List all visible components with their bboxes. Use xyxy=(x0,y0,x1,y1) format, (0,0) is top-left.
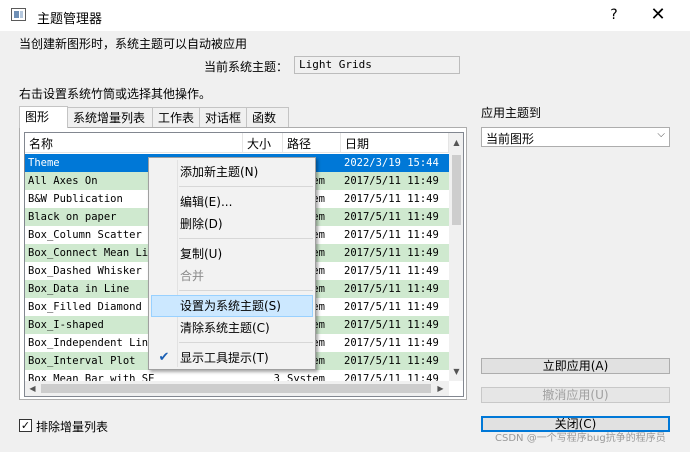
menu-separator xyxy=(179,290,313,291)
scroll-up-icon[interactable]: ▲ xyxy=(449,135,463,150)
menu-item-clear-system-theme[interactable]: 清除系统主题(C) xyxy=(151,317,313,339)
watermark: CSDN @一个写程序bug抗争的程序员 xyxy=(495,433,666,444)
tab-strip: 图形 系统增量列表 工作表 对话框 函数 xyxy=(19,106,289,128)
scroll-left-icon[interactable]: ◀ xyxy=(25,381,40,396)
tab-system-increment-list[interactable]: 系统增量列表 xyxy=(67,107,153,127)
menu-item-edit[interactable]: 编辑(E)... xyxy=(151,191,313,213)
cell-date: 2022/3/19 15:44 xyxy=(344,157,439,169)
apply-to-label: 应用主题到 xyxy=(481,106,542,120)
current-theme-label: 当前系统主题： xyxy=(204,60,289,74)
menu-item-add-theme[interactable]: 添加新主题(N) xyxy=(151,161,313,183)
menu-separator xyxy=(179,186,313,187)
hscroll-thumb[interactable] xyxy=(41,384,431,393)
menu-item-delete[interactable]: 删除(D) xyxy=(151,213,313,235)
cell-date: 2017/5/11 11:49 xyxy=(344,175,439,187)
tab-function[interactable]: 函数 xyxy=(246,107,289,127)
current-theme-field: Light Grids xyxy=(294,56,460,74)
vertical-scrollbar[interactable]: ▲ ▼ xyxy=(449,133,463,381)
menu-item-merge: 合并 xyxy=(180,269,205,283)
column-path[interactable]: 路径 xyxy=(283,133,341,153)
cell-date: 2017/5/11 11:49 xyxy=(344,319,439,331)
scroll-down-icon[interactable]: ▼ xyxy=(449,364,463,379)
menu-item-show-tooltips-label: 显示工具提示(T) xyxy=(180,351,269,365)
apply-now-button[interactable]: 立即应用(A) xyxy=(481,358,670,374)
cell-date: 2017/5/11 11:49 xyxy=(344,193,439,205)
tab-worksheet[interactable]: 工作表 xyxy=(152,107,200,127)
menu-item-copy[interactable]: 复制(U) xyxy=(151,243,313,265)
column-size[interactable]: 大小 xyxy=(243,133,283,153)
menu-item-show-tooltips[interactable]: ✔ 显示工具提示(T) xyxy=(151,347,313,369)
title-bar: 主题管理器 ? ✕ xyxy=(0,0,690,31)
instruction-text: 右击设置系统竹筒或选择其他操作。 xyxy=(19,87,212,101)
close-icon[interactable]: ✕ xyxy=(646,4,670,26)
scroll-thumb[interactable] xyxy=(452,155,461,225)
cell-date: 2017/5/11 11:49 xyxy=(344,337,439,349)
checkmark-icon: ✔ xyxy=(158,350,170,365)
chevron-down-icon: ⌵ xyxy=(657,129,665,140)
column-header: 名称 大小 路径 日期 xyxy=(25,133,449,153)
cell-date: 2017/5/11 11:49 xyxy=(344,301,439,313)
cell-date: 2017/5/11 11:49 xyxy=(344,211,439,223)
tab-dialog[interactable]: 对话框 xyxy=(199,107,247,127)
menu-separator xyxy=(179,238,313,239)
scroll-right-icon[interactable]: ▶ xyxy=(433,381,448,396)
column-date[interactable]: 日期 xyxy=(341,133,449,153)
cell-date: 2017/5/11 11:49 xyxy=(344,283,439,295)
column-name[interactable]: 名称 xyxy=(25,133,243,153)
apply-to-value: 当前图形 xyxy=(486,132,535,146)
menu-item-set-system-theme[interactable]: 设置为系统主题(S) xyxy=(151,295,313,317)
cell-date: 2017/5/11 11:49 xyxy=(344,229,439,241)
menu-separator xyxy=(179,342,313,343)
exclude-checkbox[interactable]: ✓ xyxy=(19,419,32,432)
cell-date: 2017/5/11 11:49 xyxy=(344,247,439,259)
apply-to-select[interactable]: 当前图形 ⌵ xyxy=(481,127,670,147)
undo-apply-button: 撤消应用(U) xyxy=(481,387,670,403)
window-title: 主题管理器 xyxy=(37,12,103,27)
app-icon xyxy=(11,8,26,21)
context-menu: 添加新主题(N) 编辑(E)... 删除(D) 复制(U) 合并 设置为系统主题… xyxy=(148,157,316,370)
intro-text: 当创建新图形时，系统主题可以自动被应用 xyxy=(19,37,248,51)
horizontal-scrollbar[interactable]: ◀ ▶ xyxy=(25,381,449,396)
cell-date: 2017/5/11 11:49 xyxy=(344,355,439,367)
help-button[interactable]: ? xyxy=(604,5,624,25)
cell-date: 2017/5/11 11:49 xyxy=(344,265,439,277)
exclude-label: 排除增量列表 xyxy=(36,420,109,434)
tab-graph[interactable]: 图形 xyxy=(19,106,68,128)
